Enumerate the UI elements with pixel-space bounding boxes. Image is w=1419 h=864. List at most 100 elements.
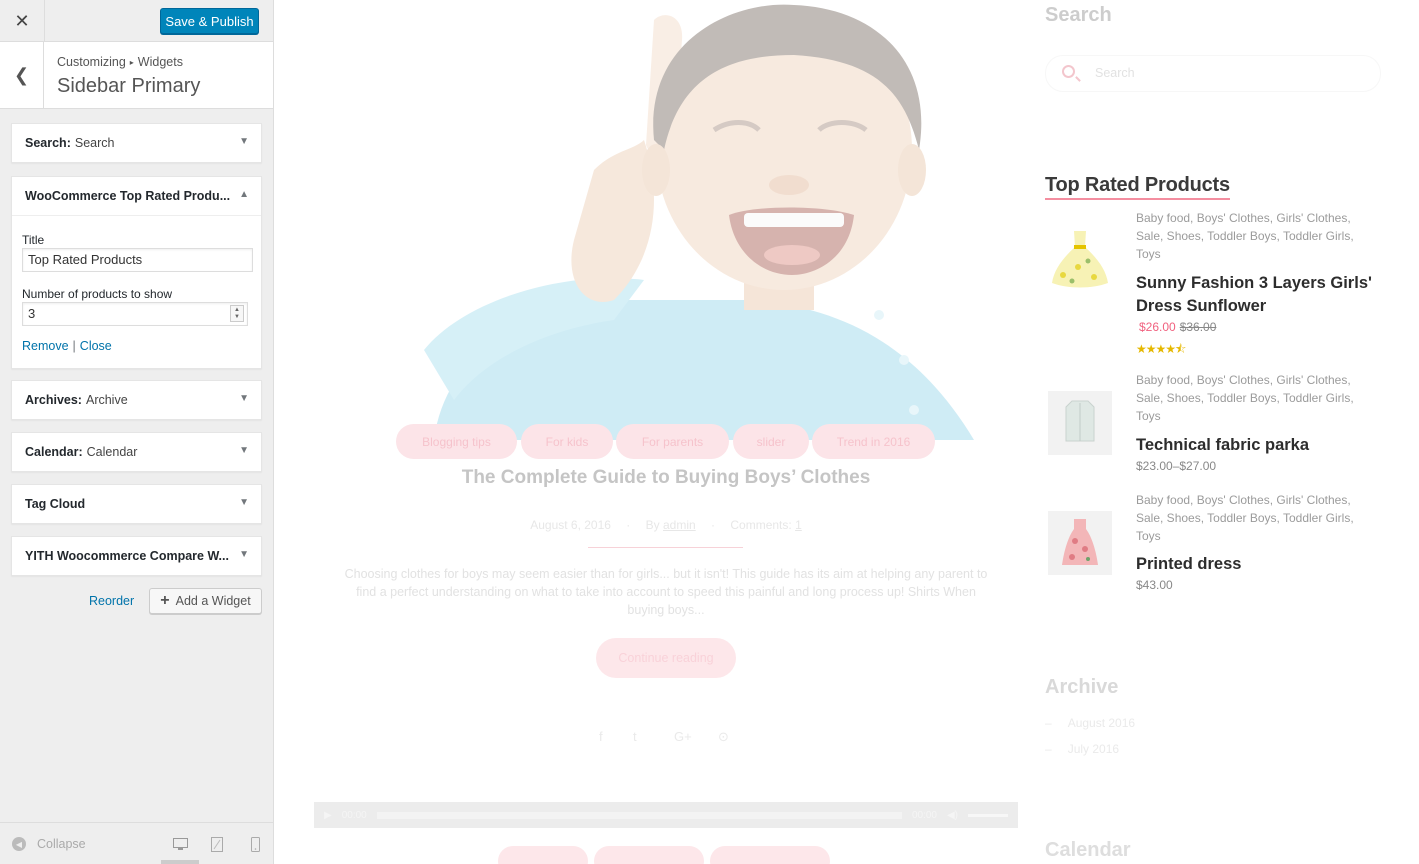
widget-header[interactable]: WooCommerce Top Rated Produ... [12, 177, 261, 215]
post-by-label: By [645, 518, 660, 532]
category-tag[interactable]: slider [733, 424, 809, 459]
collapse-button[interactable]: ◀ Collapse [12, 837, 86, 851]
product-thumbnail[interactable] [1048, 511, 1112, 575]
close-customizer-button[interactable]: ✕ [0, 0, 45, 42]
product-categories[interactable]: Baby food, Boys' Clothes, Girls' Clothes… [1136, 209, 1361, 263]
widget-tag-cloud[interactable]: Tag Cloud ▼ [11, 484, 262, 524]
mobile-preview-icon[interactable] [247, 835, 263, 853]
collapse-arrow-icon: ◀ [12, 837, 26, 851]
top-rated-title: Top Rated Products [1045, 174, 1230, 200]
widget-name: WooCommerce Top Rated Produ... [25, 189, 231, 203]
active-device-indicator [161, 860, 199, 864]
widget-search[interactable]: Search: Search ▼ [11, 123, 262, 163]
collapse-label: Collapse [37, 837, 86, 851]
tablet-preview-icon[interactable] [209, 835, 225, 853]
title-label: Title [22, 233, 45, 247]
post-date[interactable]: August 6, 2016 [530, 518, 611, 532]
facebook-icon[interactable]: f [599, 729, 603, 744]
calendar-widget-title: Calendar [1045, 839, 1131, 861]
chevron-left-icon: ❮ [13, 64, 30, 85]
desktop-preview-icon[interactable] [172, 835, 188, 853]
category-tag[interactable] [498, 846, 588, 864]
caret-down-icon[interactable]: ▼ [239, 497, 249, 508]
volume-icon[interactable]: ◀) [947, 810, 958, 821]
dress-image [1052, 231, 1108, 288]
meta-separator: · [711, 518, 716, 532]
customizer-panel: ✕ Save & Publish ❮ Customizing ▸ Widgets S… [0, 0, 274, 864]
add-widget-button[interactable]: + Add a Widget [149, 588, 262, 614]
post-excerpt: Choosing clothes for boys may seem easie… [344, 567, 988, 617]
category-tag[interactable]: Trend in 2016 [812, 424, 935, 459]
archive-item[interactable]: – July 2016 [1045, 742, 1119, 756]
caret-down-icon[interactable]: ▼ [239, 445, 249, 456]
comments-count[interactable]: 1 [795, 518, 802, 532]
save-publish-button[interactable]: Save & Publish [160, 8, 259, 34]
caret-up-icon[interactable]: ▲ [239, 189, 249, 200]
widget-name: Calendar: [25, 445, 83, 459]
number-label: Number of products to show [22, 287, 173, 301]
section-title: Sidebar Primary [57, 75, 201, 97]
post-title[interactable]: The Complete Guide to Buying Boys’ Cloth… [314, 467, 1018, 489]
product-categories[interactable]: Baby food, Boys' Clothes, Girls' Clothes… [1136, 491, 1361, 545]
caret-down-icon[interactable]: ▼ [239, 136, 249, 147]
site-preview: Blogging tips For kids For parents slide… [274, 0, 1419, 864]
breadcrumb-root: Customizing [57, 55, 126, 69]
product-categories[interactable]: Baby food, Boys' Clothes, Girls' Clothes… [1136, 371, 1361, 425]
category-tag[interactable] [710, 846, 830, 864]
caret-down-icon[interactable]: ▼ [239, 549, 249, 560]
twitter-icon[interactable]: t [633, 729, 637, 744]
widget-name: Archives: [25, 393, 82, 407]
player-progress[interactable] [376, 811, 902, 819]
featured-image[interactable] [314, 0, 1018, 440]
archive-item[interactable]: – August 2016 [1045, 716, 1135, 730]
play-icon[interactable]: ▶ [324, 810, 332, 821]
product-thumbnail[interactable] [1048, 391, 1112, 455]
product-name[interactable]: Sunny Fashion 3 Layers Girls' Dress Sunf… [1136, 272, 1376, 318]
product-name[interactable]: Printed dress [1136, 553, 1376, 576]
widget-subtitle: Search [74, 136, 115, 150]
number-input[interactable]: 3 [22, 302, 248, 326]
archive-link[interactable]: August 2016 [1068, 716, 1135, 730]
remove-link[interactable]: Remove [22, 339, 69, 353]
widget-subtitle: Archive [85, 393, 128, 407]
player-current-time: 00:00 [341, 809, 367, 821]
number-stepper[interactable]: ▲ ▼ [230, 305, 244, 322]
breadcrumb: Customizing ▸ Widgets [57, 55, 183, 69]
product-price: $43.00 [1136, 578, 1173, 592]
continue-reading-button[interactable]: Continue reading [596, 638, 736, 678]
category-tag[interactable]: For parents [616, 424, 729, 459]
category-tag[interactable]: Blogging tips [396, 424, 517, 459]
archive-link[interactable]: July 2016 [1068, 742, 1119, 756]
comments-label: Comments: [730, 518, 792, 532]
widget-top-rated-products: WooCommerce Top Rated Produ... ▲ Title T… [11, 176, 262, 369]
search-input[interactable]: Search [1045, 55, 1381, 92]
post-author[interactable]: admin [663, 518, 696, 532]
back-button[interactable]: ❮ [0, 42, 44, 108]
widget-form: Title Top Rated Products Number of produ… [12, 215, 261, 353]
widget-calendar[interactable]: Calendar: Calendar ▼ [11, 432, 262, 472]
post-meta: August 6, 2016 · By admin · Comments: 1 [314, 518, 1018, 532]
widget-yith-compare[interactable]: YITH Woocommerce Compare W... ▼ [11, 536, 262, 576]
category-tag[interactable] [594, 846, 704, 864]
category-tag[interactable]: For kids [521, 424, 613, 459]
player-duration: 00:00 [911, 809, 937, 821]
widget-archives[interactable]: Archives: Archive ▼ [11, 380, 262, 420]
close-link[interactable]: Close [80, 339, 112, 353]
stepper-up-icon[interactable]: ▲ [234, 307, 240, 314]
reorder-link[interactable]: Reorder [89, 594, 134, 608]
close-icon: ✕ [14, 10, 30, 31]
widget-name: YITH Woocommerce Compare W... [25, 549, 229, 563]
title-input[interactable]: Top Rated Products [22, 248, 253, 272]
product-name[interactable]: Technical fabric parka [1136, 434, 1376, 457]
pinterest-icon[interactable]: ⊙ [718, 729, 729, 745]
add-widget-label: Add a Widget [175, 594, 251, 608]
product-thumbnail[interactable] [1048, 227, 1112, 291]
widget-subtitle: Calendar [86, 445, 138, 459]
meta-divider [588, 547, 743, 548]
breadcrumb-child: Widgets [137, 55, 183, 69]
caret-down-icon[interactable]: ▼ [239, 393, 249, 404]
google-plus-icon[interactable]: G+ [674, 729, 692, 744]
volume-slider[interactable] [968, 813, 1008, 817]
plus-icon: + [160, 592, 170, 609]
stepper-down-icon[interactable]: ▼ [234, 314, 240, 321]
